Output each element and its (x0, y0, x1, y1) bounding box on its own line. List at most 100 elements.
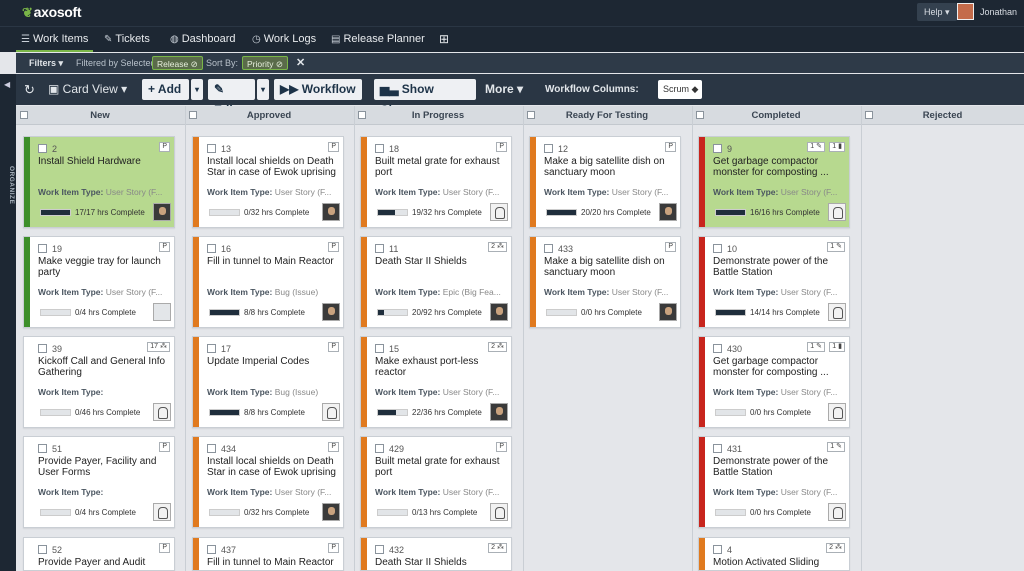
assignee-avatar[interactable] (490, 203, 508, 221)
assignee-avatar[interactable] (153, 303, 171, 321)
work-item-card[interactable]: 17 P Update Imperial Codes Work Item Type: … (192, 336, 344, 428)
card-badge[interactable]: 2 ⁂ (488, 342, 507, 352)
tab-work-logs[interactable]: ◷ Work Logs (252, 27, 316, 52)
card-title[interactable]: Provide Payer, Facility and User Forms (38, 456, 172, 478)
work-item-card[interactable]: 429 P Built metal grate for exhaust port Wo… (360, 436, 512, 528)
assignee-avatar[interactable] (490, 303, 508, 321)
edit-dropdown-button[interactable]: ▾ (257, 79, 269, 100)
collapse-arrow-icon[interactable]: ◀ (4, 80, 10, 89)
card-badge[interactable]: 2 ⁂ (488, 242, 507, 252)
work-item-card[interactable]: 4 2 ⁂ Motion Activated Sliding (698, 537, 850, 571)
work-item-card[interactable]: 19 P Make veggie tray for launch party Work… (23, 236, 175, 328)
card-title[interactable]: Provide Payer and Audit (38, 557, 172, 568)
card-select-checkbox[interactable] (375, 444, 384, 453)
card-select-checkbox[interactable] (38, 344, 47, 353)
add-button[interactable]: + Add (142, 79, 189, 100)
card-title[interactable]: Make veggie tray for launch party (38, 256, 172, 278)
tab-tickets[interactable]: ✎ Tickets (104, 27, 150, 52)
assignee-avatar[interactable] (322, 203, 340, 221)
assignee-avatar[interactable] (322, 503, 340, 521)
work-item-card[interactable]: 12 P Make a big satellite dish on sanctuar… (529, 136, 681, 228)
work-item-card[interactable]: 52 P Provide Payer and Audit (23, 537, 175, 571)
column-header-in-progress[interactable]: In Progress (354, 106, 522, 125)
work-item-card[interactable]: 11 2 ⁂ Death Star II Shields Work Item Type… (360, 236, 512, 328)
clear-chip-icon[interactable]: ⊘ (276, 59, 283, 69)
card-badge[interactable]: 2 ⁂ (488, 543, 507, 553)
assignee-avatar[interactable] (322, 303, 340, 321)
assignee-avatar[interactable] (828, 303, 846, 321)
card-select-checkbox[interactable] (207, 244, 216, 253)
assignee-avatar[interactable] (659, 203, 677, 221)
work-item-card[interactable]: 434 P Install local shields on Death Star … (192, 436, 344, 528)
column-header-approved[interactable]: Approved (185, 106, 353, 125)
card-badge[interactable]: 2 ⁂ (826, 543, 845, 553)
card-badge[interactable]: 1 ✎ (807, 342, 825, 352)
work-item-card[interactable]: 2 P Install Shield Hardware Work Item Type:… (23, 136, 175, 228)
work-item-card[interactable]: 18 P Built metal grate for exhaust port Wor… (360, 136, 512, 228)
card-title[interactable]: Install local shields on Death Star in c… (207, 456, 341, 478)
card-title[interactable]: Install local shields on Death Star in c… (207, 156, 341, 178)
card-title[interactable]: Kickoff Call and General Info Gathering (38, 356, 172, 378)
card-select-checkbox[interactable] (375, 545, 384, 554)
assignee-avatar[interactable] (828, 503, 846, 521)
work-item-card[interactable]: 430 1 ▮ 1 ✎ Get garbage compactor monster f… (698, 336, 850, 428)
card-badge[interactable]: P (328, 442, 339, 452)
clear-filters-icon[interactable]: ✕ (296, 53, 305, 73)
add-dropdown-button[interactable]: ▾ (191, 79, 203, 100)
column-select-checkbox[interactable] (20, 111, 28, 119)
work-item-card[interactable]: 433 P Make a big satellite dish on sanctua… (529, 236, 681, 328)
card-title[interactable]: Motion Activated Sliding (713, 557, 847, 568)
card-title[interactable]: Update Imperial Codes (207, 356, 341, 367)
more-dropdown[interactable]: More ▾ (485, 79, 523, 100)
filters-dropdown[interactable]: Filters ▾ (29, 53, 63, 73)
comment-count-badge[interactable]: 1 ▮ (829, 342, 845, 352)
card-badge[interactable]: P (328, 142, 339, 152)
assignee-avatar[interactable] (828, 403, 846, 421)
card-badge[interactable]: P (665, 142, 676, 152)
card-select-checkbox[interactable] (713, 545, 722, 554)
card-title[interactable]: Built metal grate for exhaust port (375, 156, 509, 178)
card-select-checkbox[interactable] (375, 144, 384, 153)
show-charts-button[interactable]: ▅▃ Show Charts (374, 79, 476, 117)
card-badge[interactable]: P (496, 142, 507, 152)
column-header-new[interactable]: New (16, 106, 184, 125)
column-select-checkbox[interactable] (189, 111, 197, 119)
work-item-card[interactable]: 432 2 ⁂ Death Star II Shields (360, 537, 512, 571)
card-title[interactable]: Install Shield Hardware (38, 156, 172, 167)
card-title[interactable]: Make exhaust port-less reactor (375, 356, 509, 378)
card-select-checkbox[interactable] (38, 545, 47, 554)
card-badge[interactable]: P (328, 242, 339, 252)
release-filter-chip[interactable]: Release ⊘ (152, 56, 203, 70)
card-badge[interactable]: 1 ✎ (827, 242, 845, 252)
card-badge[interactable]: P (665, 242, 676, 252)
card-title[interactable]: Death Star II Shields (375, 557, 509, 568)
work-item-card[interactable]: 39 17 ⁂ Kickoff Call and General Info Gath… (23, 336, 175, 428)
card-select-checkbox[interactable] (713, 444, 722, 453)
card-select-checkbox[interactable] (713, 344, 722, 353)
card-select-checkbox[interactable] (375, 244, 384, 253)
card-select-checkbox[interactable] (544, 144, 553, 153)
priority-sort-chip[interactable]: Priority ⊘ (242, 56, 288, 70)
card-badge[interactable]: P (159, 242, 170, 252)
clear-chip-icon[interactable]: ⊘ (191, 59, 198, 69)
card-select-checkbox[interactable] (38, 244, 47, 253)
assignee-avatar[interactable] (153, 203, 171, 221)
card-badge[interactable]: 1 ✎ (807, 142, 825, 152)
user-avatar[interactable] (957, 3, 974, 20)
organize-sidebar[interactable]: ◀ ORGANIZE (0, 74, 16, 571)
column-select-checkbox[interactable] (527, 111, 535, 119)
card-select-checkbox[interactable] (207, 344, 216, 353)
card-badge[interactable]: P (328, 543, 339, 553)
card-select-checkbox[interactable] (713, 244, 722, 253)
card-title[interactable]: Death Star II Shields (375, 256, 509, 267)
column-header-ready-for-testing[interactable]: Ready For Testing (523, 106, 691, 125)
work-item-card[interactable]: 431 1 ✎ Demonstrate power of the Battle St… (698, 436, 850, 528)
tab-release-planner[interactable]: ▤ Release Planner (331, 27, 425, 52)
card-select-checkbox[interactable] (207, 144, 216, 153)
card-badge[interactable]: P (496, 442, 507, 452)
work-item-card[interactable]: 16 P Fill in tunnel to Main Reactor Work It… (192, 236, 344, 328)
card-title[interactable]: Get garbage compactor monster for compos… (713, 156, 847, 178)
assignee-avatar[interactable] (490, 403, 508, 421)
card-select-checkbox[interactable] (38, 144, 47, 153)
axosoft-logo[interactable]: ❦axosoft (22, 4, 82, 21)
